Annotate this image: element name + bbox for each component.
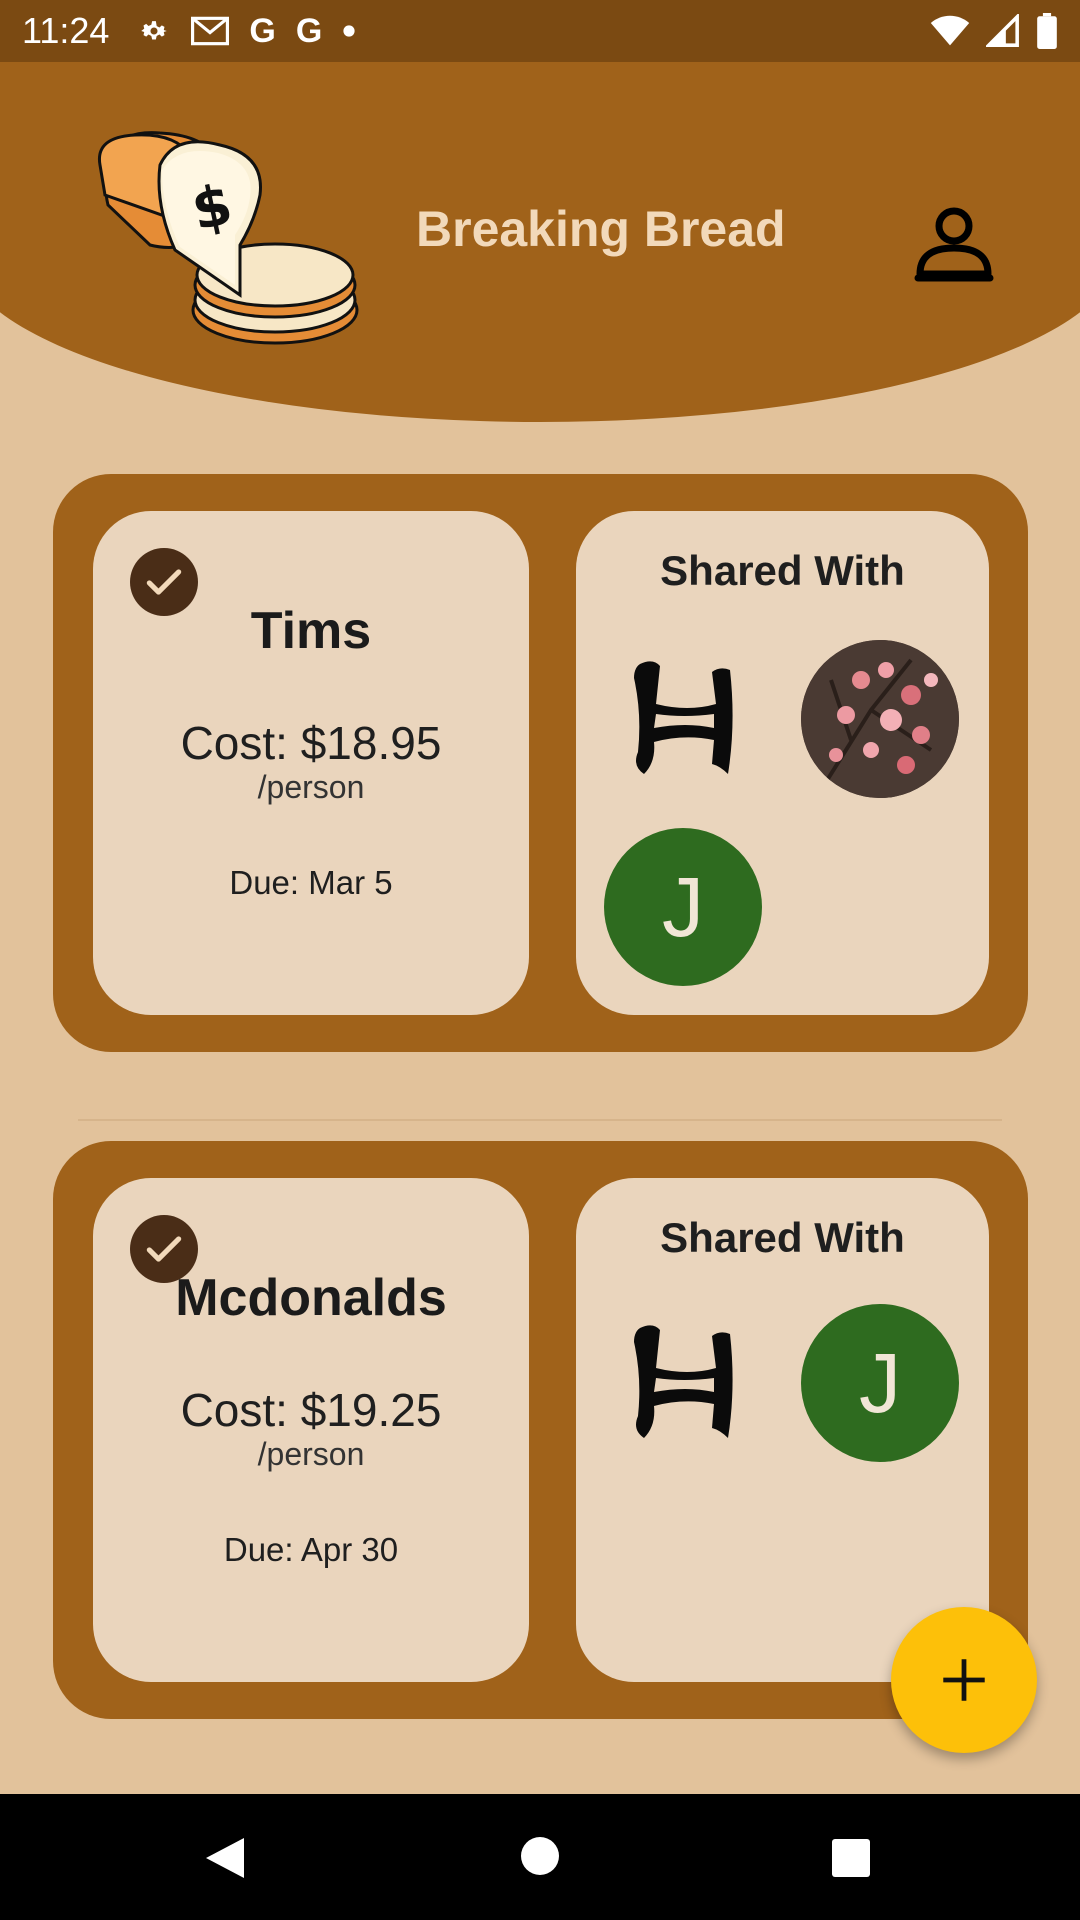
avatar-letter[interactable]: J: [604, 828, 762, 986]
bill-cost: Cost: $18.95: [180, 717, 442, 769]
avatar-glyph-h[interactable]: [604, 640, 762, 798]
google-icon: G: [295, 11, 323, 50]
bill-name: Mcdonalds: [175, 1269, 447, 1327]
wifi-icon: [930, 15, 970, 46]
avatar-letter-text: J: [662, 859, 704, 954]
bill-cost-unit: /person: [257, 769, 365, 805]
add-bill-button[interactable]: [891, 1607, 1037, 1753]
shared-with-panel[interactable]: Shared With J: [576, 1178, 989, 1682]
profile-icon[interactable]: [914, 204, 994, 284]
gear-icon: [141, 21, 168, 40]
bill-due-date: Due: Mar 5: [229, 864, 393, 901]
bill-due-date: Due: Apr 30: [223, 1531, 399, 1568]
avatar-photo[interactable]: [801, 640, 959, 798]
divider: [78, 1119, 1002, 1121]
plus-icon: [943, 1659, 985, 1701]
avatar-glyph-h[interactable]: [604, 1304, 762, 1462]
bill-name: Tims: [250, 602, 372, 660]
home-icon[interactable]: [520, 1836, 560, 1876]
bill-cost-unit: /person: [257, 1436, 365, 1472]
shared-with-title: Shared With: [660, 547, 905, 594]
shared-with-panel[interactable]: Shared With J: [576, 511, 989, 1015]
shared-with-title: Shared With: [660, 1214, 905, 1261]
bill-cost: Cost: $19.25: [180, 1384, 442, 1436]
avatar-letter-text: J: [859, 1335, 901, 1430]
back-icon[interactable]: [204, 1836, 246, 1880]
status-time: 11:24: [22, 10, 110, 51]
avatar-letter[interactable]: J: [801, 1304, 959, 1462]
signal-icon: [986, 14, 1019, 47]
status-bar: 11:24 G G: [0, 0, 1080, 62]
gmail-icon: [191, 16, 230, 46]
system-nav-bar: [0, 1794, 1080, 1920]
status-notification-icons: G G: [137, 12, 356, 51]
dot-icon: [343, 25, 355, 37]
battery-icon: [1037, 13, 1057, 49]
bread-logo-icon: $: [97, 131, 359, 345]
bill-card[interactable]: Mcdonalds Cost: $19.25 /person Due: Apr …: [53, 1141, 1028, 1719]
bill-info-panel[interactable]: Tims Cost: $18.95 /person Due: Mar 5: [93, 511, 529, 1015]
status-system-icons: [930, 13, 1058, 49]
app-title: Breaking Bread: [416, 201, 786, 257]
recents-icon[interactable]: [831, 1838, 871, 1878]
bill-info-panel[interactable]: Mcdonalds Cost: $19.25 /person Due: Apr …: [93, 1178, 529, 1682]
bill-card[interactable]: Tims Cost: $18.95 /person Due: Mar 5 Sha…: [53, 474, 1028, 1052]
google-icon: G: [249, 11, 276, 50]
